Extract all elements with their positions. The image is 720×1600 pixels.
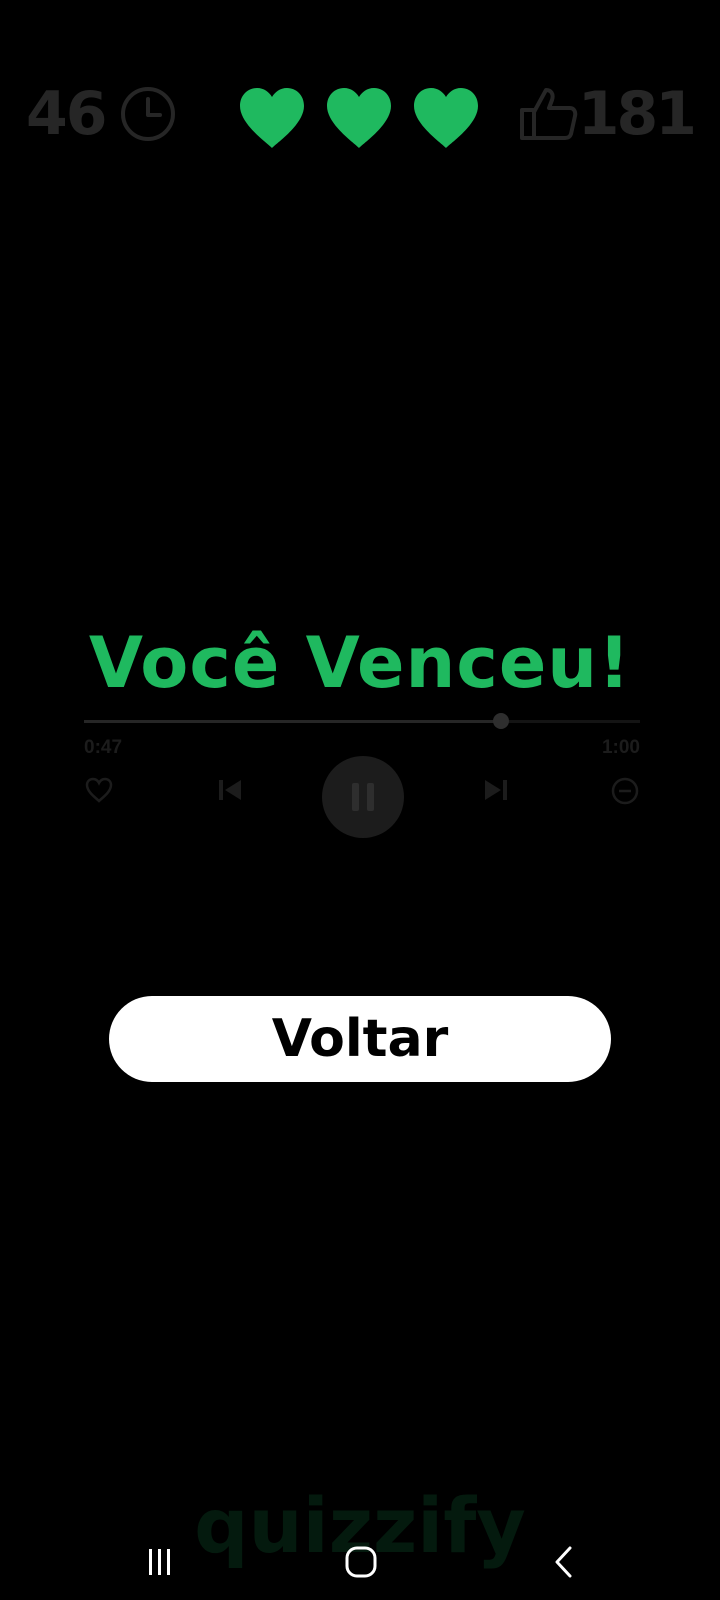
heart-icon <box>410 86 482 150</box>
recents-icon[interactable] <box>140 1542 180 1582</box>
likes-counter: 181 <box>518 79 697 149</box>
system-nav-bar <box>0 1520 720 1600</box>
quiz-result-screen: 46 181 0:47 1:00 Você Venceu! Voltar qui… <box>0 0 720 1600</box>
heart-outline-icon[interactable] <box>84 776 114 804</box>
progress-fill <box>84 720 501 723</box>
current-time: 0:47 <box>84 737 123 758</box>
thumbs-up-icon <box>518 84 578 144</box>
timer-value: 46 <box>26 79 107 149</box>
pause-button[interactable] <box>322 756 404 838</box>
clock-icon <box>120 86 176 142</box>
win-title: Você Venceu! <box>88 622 632 704</box>
heart-icon <box>323 86 395 150</box>
lives <box>236 86 482 150</box>
skip-next-icon[interactable] <box>482 776 510 804</box>
back-icon[interactable] <box>544 1542 584 1582</box>
heart-icon <box>236 86 308 150</box>
music-player: 0:47 1:00 <box>84 700 640 840</box>
timer: 46 <box>26 84 176 144</box>
home-icon[interactable] <box>341 1542 381 1582</box>
back-button[interactable]: Voltar <box>109 996 611 1082</box>
total-time: 1:00 <box>601 737 640 758</box>
pause-icon <box>349 781 377 813</box>
likes-value: 181 <box>577 79 697 149</box>
skip-previous-icon[interactable] <box>216 776 244 804</box>
progress-knob[interactable] <box>493 713 509 729</box>
minus-circle-icon[interactable] <box>610 776 640 806</box>
